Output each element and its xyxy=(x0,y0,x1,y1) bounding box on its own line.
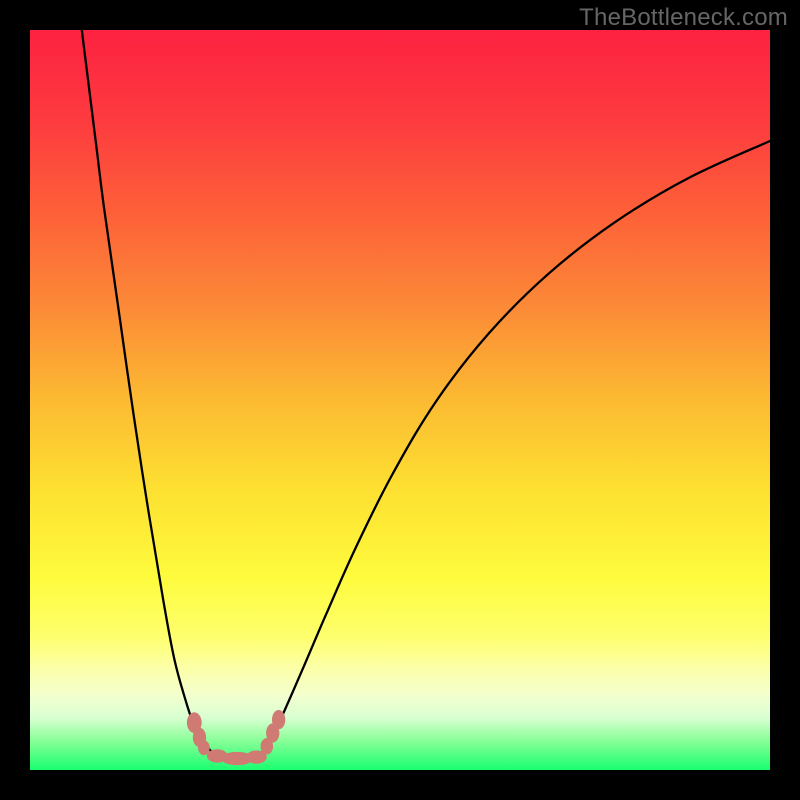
plot-area xyxy=(30,30,770,770)
curve-svg xyxy=(30,30,770,770)
outer-frame: TheBottleneck.com xyxy=(0,0,800,800)
watermark-text: TheBottleneck.com xyxy=(579,4,788,32)
curve-right-branch xyxy=(259,141,770,757)
bead-8 xyxy=(272,710,285,729)
curve-left-branch xyxy=(82,30,219,757)
